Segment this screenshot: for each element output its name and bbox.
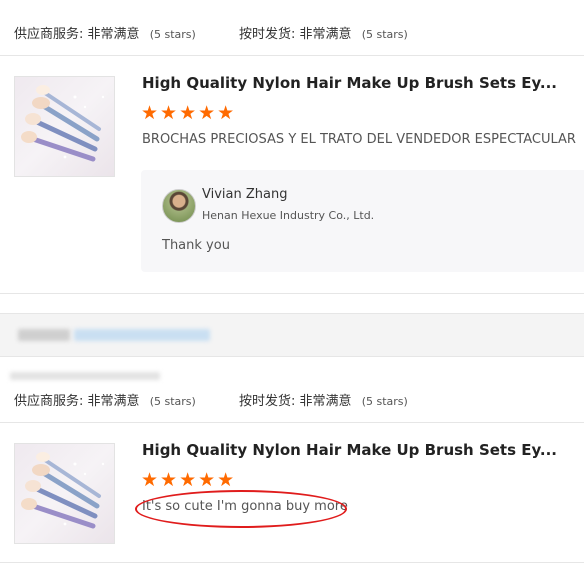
reviewer-header-band <box>0 313 584 357</box>
shipping-label: 按时发货: <box>239 394 296 409</box>
divider <box>0 562 584 563</box>
vendor-reply: Vivian Zhang Henan Hexue Industry Co., L… <box>141 170 584 272</box>
highlight-circle <box>135 490 347 528</box>
shipping-value: 非常满意 <box>299 394 352 409</box>
star-rating: ★★★★★ <box>141 469 237 491</box>
supplier-service-value: 非常满意 <box>87 27 140 42</box>
product-title-link[interactable]: High Quality Nylon Hair Make Up Brush Se… <box>142 74 557 92</box>
divider <box>0 422 584 423</box>
supplier-service-label: 供应商服务: <box>14 394 84 409</box>
shipping-rating: 按时发货: 非常满意 (5 stars) <box>239 390 408 409</box>
reply-text: Thank you <box>162 238 230 253</box>
vendor-name: Vivian Zhang <box>202 187 288 202</box>
divider <box>0 55 584 56</box>
supplier-service-label: 供应商服务: <box>14 27 84 42</box>
shipping-stars: (5 stars) <box>361 395 408 408</box>
redacted-info <box>74 329 210 341</box>
brush-set-icon <box>21 85 105 162</box>
brush-set-icon <box>21 452 105 529</box>
shipping-stars: (5 stars) <box>361 28 408 41</box>
star-rating: ★★★★★ <box>141 102 237 124</box>
product-thumbnail[interactable] <box>14 76 115 177</box>
shipping-label: 按时发货: <box>239 27 296 42</box>
product-title-link[interactable]: High Quality Nylon Hair Make Up Brush Se… <box>142 441 557 459</box>
supplier-service-rating: 供应商服务: 非常满意 (5 stars) <box>14 390 196 409</box>
supplier-service-value: 非常满意 <box>87 394 140 409</box>
vendor-avatar <box>162 189 196 223</box>
supplier-service-stars: (5 stars) <box>149 395 196 408</box>
vendor-company: Henan Hexue Industry Co., Ltd. <box>202 209 375 222</box>
product-thumbnail[interactable] <box>14 443 115 544</box>
supplier-service-rating: 供应商服务: 非常满意 (5 stars) <box>14 23 196 42</box>
shipping-value: 非常满意 <box>299 27 352 42</box>
redacted-line <box>10 372 160 380</box>
supplier-service-stars: (5 stars) <box>149 28 196 41</box>
shipping-rating: 按时发货: 非常满意 (5 stars) <box>239 23 408 42</box>
redacted-username <box>18 329 70 341</box>
divider <box>0 293 584 294</box>
review-text: BROCHAS PRECIOSAS Y EL TRATO DEL VENDEDO… <box>142 132 576 147</box>
